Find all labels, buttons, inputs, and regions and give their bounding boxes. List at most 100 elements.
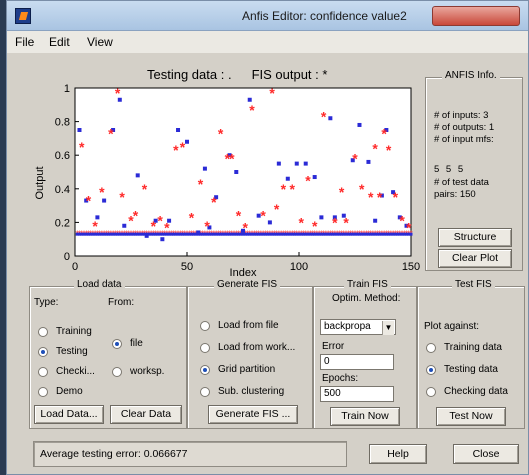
fis-output-point: * <box>281 181 287 197</box>
fis-output-point: * <box>92 218 98 234</box>
fis-output-point: * <box>79 139 85 155</box>
fis-output-point: * <box>290 181 296 197</box>
menu-edit[interactable]: Edit <box>49 35 70 49</box>
y-tick-label: 0.2 <box>55 217 70 229</box>
radio-sub-clustering[interactable] <box>200 387 210 397</box>
info-num-inputs: # of inputs: 3 <box>434 110 489 121</box>
window-controls[interactable] <box>432 6 520 26</box>
generate-fis-group: Generate FIS Load from file Load from wo… <box>187 279 313 429</box>
info-input-mfs-label: # of input mfs: <box>434 134 494 145</box>
radio-type-checking[interactable] <box>38 367 48 377</box>
testing-data-point <box>357 122 362 127</box>
load-data-button[interactable]: Load Data... <box>34 405 104 424</box>
load-data-title: Load data <box>74 279 125 290</box>
fis-output-point: * <box>377 189 383 205</box>
testing-data-point <box>122 223 127 228</box>
matlab-app-icon <box>15 8 31 24</box>
fis-output-point: * <box>260 208 266 224</box>
fis-output-point: * <box>381 125 387 141</box>
source-workspace-label: worksp. <box>130 366 165 377</box>
train-now-button[interactable]: Train Now <box>330 407 400 426</box>
radio-type-training[interactable] <box>38 327 48 337</box>
fis-output-point: * <box>86 193 92 209</box>
plot-against-label: Plot against: <box>424 321 480 332</box>
x-tick-label: 100 <box>290 261 308 273</box>
test-now-button[interactable]: Test Now <box>436 407 506 426</box>
testing-data-point <box>366 159 371 164</box>
radio-plot-testing-data[interactable] <box>426 365 436 375</box>
menu-view[interactable]: View <box>87 35 113 49</box>
y-tick-label: 0.4 <box>55 184 70 196</box>
testing-data-point <box>135 173 140 178</box>
type-demo-label: Demo <box>56 386 83 397</box>
radio-plot-training-data[interactable] <box>426 343 436 353</box>
testing-data-point <box>234 170 239 174</box>
testing-data-point <box>202 166 207 171</box>
radio-grid-partition[interactable] <box>200 365 210 375</box>
source-file-label: file <box>130 338 143 349</box>
radio-plot-checking-data[interactable] <box>426 387 436 397</box>
fis-output-point: * <box>312 218 318 234</box>
fis-output-point: * <box>299 214 305 230</box>
info-test-data-label: # of test data <box>434 177 489 188</box>
testing-data-point <box>276 161 281 166</box>
fis-output-point: * <box>229 151 235 167</box>
radio-type-testing[interactable] <box>38 347 48 357</box>
sub-clustering-label: Sub. clustering <box>218 386 285 397</box>
fis-output-point: * <box>108 125 114 141</box>
chevron-down-icon: ▼ <box>382 321 394 335</box>
type-training-label: Training <box>56 326 92 337</box>
fis-output-point: * <box>133 208 139 224</box>
fis-output-point: * <box>269 85 275 101</box>
fis-output-point: * <box>142 181 148 197</box>
y-tick-label: 0.6 <box>55 150 70 162</box>
epochs-input[interactable]: 500 <box>320 386 394 402</box>
clear-data-button[interactable]: Clear Data <box>110 405 182 424</box>
radio-source-file[interactable] <box>112 339 122 349</box>
type-testing-label: Testing <box>56 346 88 357</box>
fis-output-point: * <box>211 194 217 210</box>
fis-output-point: * <box>119 189 125 205</box>
x-axis-label: Index <box>230 267 257 277</box>
fis-output-point: * <box>372 140 378 156</box>
x-tick-label: 50 <box>181 261 193 273</box>
load-data-group: Load data Type: From: Training Testing C… <box>29 279 187 429</box>
plot-checking-data-label: Checking data <box>444 386 508 397</box>
fis-output-point: * <box>189 209 195 225</box>
load-type-label: Type: <box>34 297 59 308</box>
radio-source-workspace[interactable] <box>112 367 122 377</box>
testing-data-point <box>373 218 378 223</box>
help-button[interactable]: Help <box>369 444 427 464</box>
load-from-file-label: Load from file <box>218 320 279 331</box>
fis-output-point: * <box>399 213 405 229</box>
y-tick-label: 1 <box>64 83 70 95</box>
testing-data-point <box>160 237 165 242</box>
clear-plot-button[interactable]: Clear Plot <box>438 249 512 268</box>
fis-output-point: * <box>406 219 412 235</box>
epochs-label: Epochs: <box>322 373 359 384</box>
x-tick-label: 0 <box>72 261 78 273</box>
fis-output-point: * <box>173 142 179 158</box>
radio-load-from-file[interactable] <box>200 321 210 331</box>
radio-type-demo[interactable] <box>38 387 48 397</box>
fis-output-point: * <box>339 184 345 200</box>
error-tolerance-input[interactable]: 0 <box>320 354 394 370</box>
optim-method-select[interactable]: backpropa ▼ <box>320 319 396 335</box>
radio-load-from-workspace[interactable] <box>200 343 210 353</box>
fis-output-point: * <box>321 109 327 125</box>
close-button[interactable]: Close <box>453 444 519 464</box>
train-fis-group: Train FIS Optim. Method: backpropa ▼ Err… <box>313 279 417 429</box>
testing-data-point <box>144 233 149 238</box>
testing-data-point <box>185 139 189 144</box>
fis-output-point: * <box>218 125 224 141</box>
load-from-label: From: <box>108 297 135 308</box>
fis-output-point: * <box>393 189 399 205</box>
testing-data-point <box>176 128 181 132</box>
fis-output-point: * <box>332 214 338 230</box>
generate-fis-button[interactable]: Generate FIS ... <box>208 405 298 424</box>
structure-button[interactable]: Structure <box>438 228 512 247</box>
plot-testing-data-label: Testing data <box>444 364 498 375</box>
menu-file[interactable]: File <box>15 35 34 49</box>
testing-data-point <box>77 128 82 132</box>
anfis-info-panel: ANFIS Info. # of inputs: 3 # of outputs:… <box>425 70 523 271</box>
